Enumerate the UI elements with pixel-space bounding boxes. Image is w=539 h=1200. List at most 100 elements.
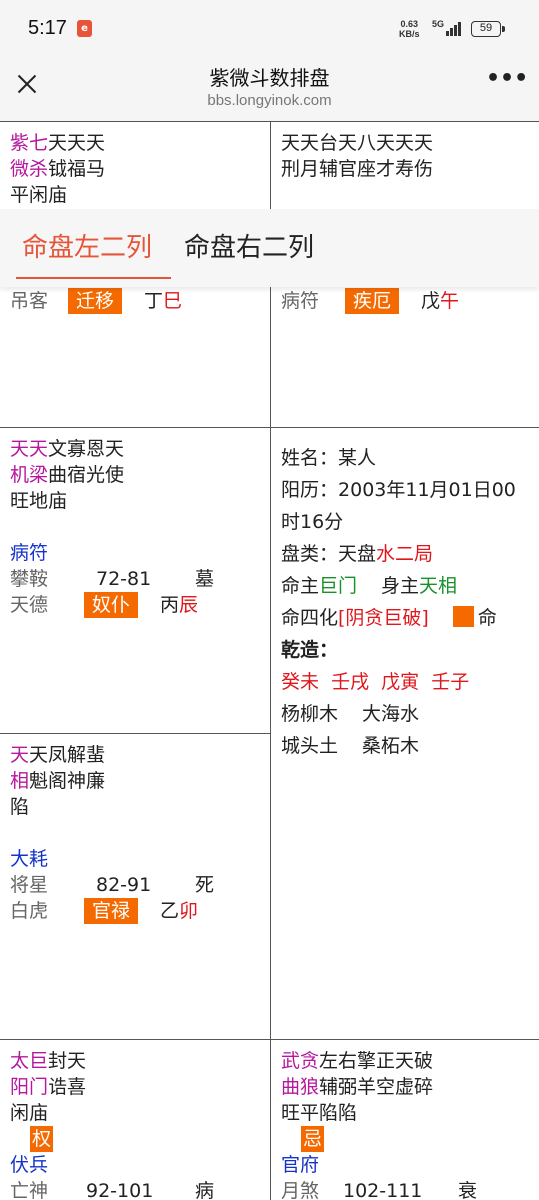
star-row-1: 天天台天八天天天 <box>281 132 434 154</box>
name-value: 某人 <box>338 447 377 469</box>
age-row: 亡神 92-101 病 <box>10 1178 271 1200</box>
minor-god-star: 将星 <box>10 874 49 896</box>
star-row-1: 紫七天天天 <box>10 130 271 156</box>
main-stars: 太巨 <box>10 1050 49 1072</box>
name-row: 姓名：某人 <box>281 442 539 474</box>
star-row-1: 武贪左右擎正天破 <box>281 1048 539 1074</box>
main-stars: 相 <box>10 770 30 792</box>
palace-peek-row: 病符 疾厄 戊午 <box>281 288 459 314</box>
minor-stars: 诰喜 <box>48 1076 87 1098</box>
star-row-2: 相魁阁神廉 <box>10 768 271 794</box>
day-pillar: 戊寅 <box>381 671 420 693</box>
lord-row: 命主巨门 身主天相 <box>281 570 539 602</box>
heavenly-stem: 戊 <box>421 290 441 312</box>
god-star-row: 伏兵 <box>10 1154 49 1176</box>
ming-marker-square <box>452 606 474 627</box>
earthly-branch: 辰 <box>179 594 199 616</box>
ming-lord-value: 巨门 <box>319 575 358 597</box>
status-time: 5:17 <box>28 17 67 39</box>
tab-right-columns[interactable]: 命盘右二列 <box>184 227 314 264</box>
minor-god-star: 白虎 <box>10 900 49 922</box>
god-star-row: 病符 <box>10 542 49 564</box>
sihua-value: [阴贪巨破] <box>338 607 429 629</box>
chart-type-value: 天盘 <box>338 543 377 565</box>
minor-god-star: 月煞 <box>281 1180 320 1200</box>
palace-bottom-left: 太巨封天 阳门诰喜 闲庙 权 伏兵 亡神 92-101 病 <box>0 1039 271 1200</box>
heavenly-stem: 丙 <box>160 594 180 616</box>
minor-stars: 魁阁神廉 <box>29 770 106 792</box>
life-stage: 衰 <box>458 1180 478 1200</box>
minor-stars: 天天天 <box>48 132 106 154</box>
palace-row: 天德 奴仆 丙辰 <box>10 592 271 618</box>
more-options-icon[interactable]: ••• <box>486 68 528 96</box>
star-row-2: 曲狼辅弼羊空虚碎 <box>281 1074 539 1100</box>
life-stage: 病 <box>195 1180 215 1200</box>
network-speed: 0.63 KB/s <box>399 19 420 39</box>
nayin-value: 杨柳木 <box>281 703 339 725</box>
year-pillar: 癸未 <box>281 671 320 693</box>
heavenly-stem: 乙 <box>160 900 180 922</box>
palace-servants: 天天文寡恩天 机梁曲宿光使 旺地庙 病符 攀鞍 72-81 墓 天德 奴仆 丙辰 <box>0 427 271 734</box>
main-stars: 天 <box>10 744 30 766</box>
tab-left-columns[interactable]: 命盘左二列 <box>22 227 152 264</box>
minor-stars: 钺福马 <box>48 158 106 180</box>
palace-name-tag[interactable]: 奴仆 <box>84 592 139 618</box>
page-title: 紫微斗数排盘 <box>209 66 330 90</box>
main-stars: 武贪 <box>281 1050 320 1072</box>
minor-stars: 封天 <box>48 1050 87 1072</box>
column-tabs: 命盘左二列 命盘右二列 <box>0 209 539 287</box>
god-star-row: 官府 <box>281 1154 320 1176</box>
god-star-row: 大耗 <box>10 848 49 870</box>
network-speed-value: 0.63 <box>400 19 419 29</box>
brightness-row: 旺平陷陷 <box>281 1102 358 1124</box>
minor-stars: 文寡恩天 <box>48 438 125 460</box>
sihua-taboo-tag: 忌 <box>301 1126 325 1152</box>
palace-name-tag[interactable]: 官禄 <box>84 898 139 924</box>
shen-lord-value: 天相 <box>419 575 458 597</box>
nayin-value: 大海水 <box>362 703 420 725</box>
network-speed-unit: KB/s <box>399 29 420 39</box>
brightness-row: 陷 <box>10 796 30 818</box>
age-range: 82-91 <box>96 874 152 896</box>
age-range: 92-101 <box>86 1180 154 1200</box>
earthly-branch: 巳 <box>163 290 183 312</box>
nayin-row-2: 城头土 桑柘木 <box>281 730 539 762</box>
minor-god-star: 天德 <box>10 594 49 616</box>
active-tab-indicator <box>16 277 171 279</box>
shen-lord-label: 身主 <box>381 575 420 597</box>
star-row-1: 天天凤解蜚 <box>10 742 271 768</box>
brightness-row: 平闲庙 <box>10 184 68 206</box>
app-notification-icon: e <box>77 20 92 37</box>
status-bar: 5:17 e 0.63 KB/s 5G 59 <box>0 0 539 56</box>
solar-value: 2003年11月01日00 <box>338 479 516 501</box>
four-pillars-row: 癸未 壬戌 戊寅 壬子 <box>281 666 539 698</box>
ming-marker-label: 命 <box>477 607 497 629</box>
palace-name-tag[interactable]: 疾厄 <box>345 288 400 314</box>
earthly-branch: 午 <box>440 290 460 312</box>
chart-type-label: 盘类： <box>281 543 339 565</box>
minor-stars: 辅弼羊空虚碎 <box>319 1076 434 1098</box>
name-label: 姓名： <box>281 447 339 469</box>
life-stage: 死 <box>195 874 215 896</box>
age-row: 攀鞍 72-81 墓 <box>10 566 271 592</box>
solar-label: 阳历： <box>281 479 339 501</box>
main-stars: 天天 <box>10 438 49 460</box>
minor-god-star: 亡神 <box>10 1180 49 1200</box>
chart-type-row: 盘类：天盘水二局 <box>281 538 539 570</box>
star-row-2: 刑月辅官座才寿伤 <box>281 158 434 180</box>
star-row-2: 阳门诰喜 <box>10 1074 271 1100</box>
title-bar: 紫微斗数排盘 bbs.longyinok.com ••• <box>0 56 539 121</box>
palace-career: 天天凤解蜚 相魁阁神廉 陷 大耗 将星 82-91 死 白虎 官禄 乙卯 <box>0 733 271 1040</box>
god-star: 吊客 <box>10 290 49 312</box>
earthly-branch: 卯 <box>179 900 199 922</box>
brightness-row: 闲庙 <box>10 1102 49 1124</box>
age-row: 月煞 102-111 衰 <box>281 1178 539 1200</box>
main-stars: 曲狼 <box>281 1076 320 1098</box>
life-stage: 墓 <box>195 568 215 590</box>
network-type: 5G <box>432 19 445 29</box>
palace-row: 白虎 官禄 乙卯 <box>10 898 271 924</box>
minor-god-star: 攀鞍 <box>10 568 49 590</box>
palace-peek-row: 吊客 迁移 丁巳 <box>10 288 182 314</box>
month-pillar: 壬戌 <box>331 671 370 693</box>
palace-name-tag[interactable]: 迁移 <box>68 288 123 314</box>
